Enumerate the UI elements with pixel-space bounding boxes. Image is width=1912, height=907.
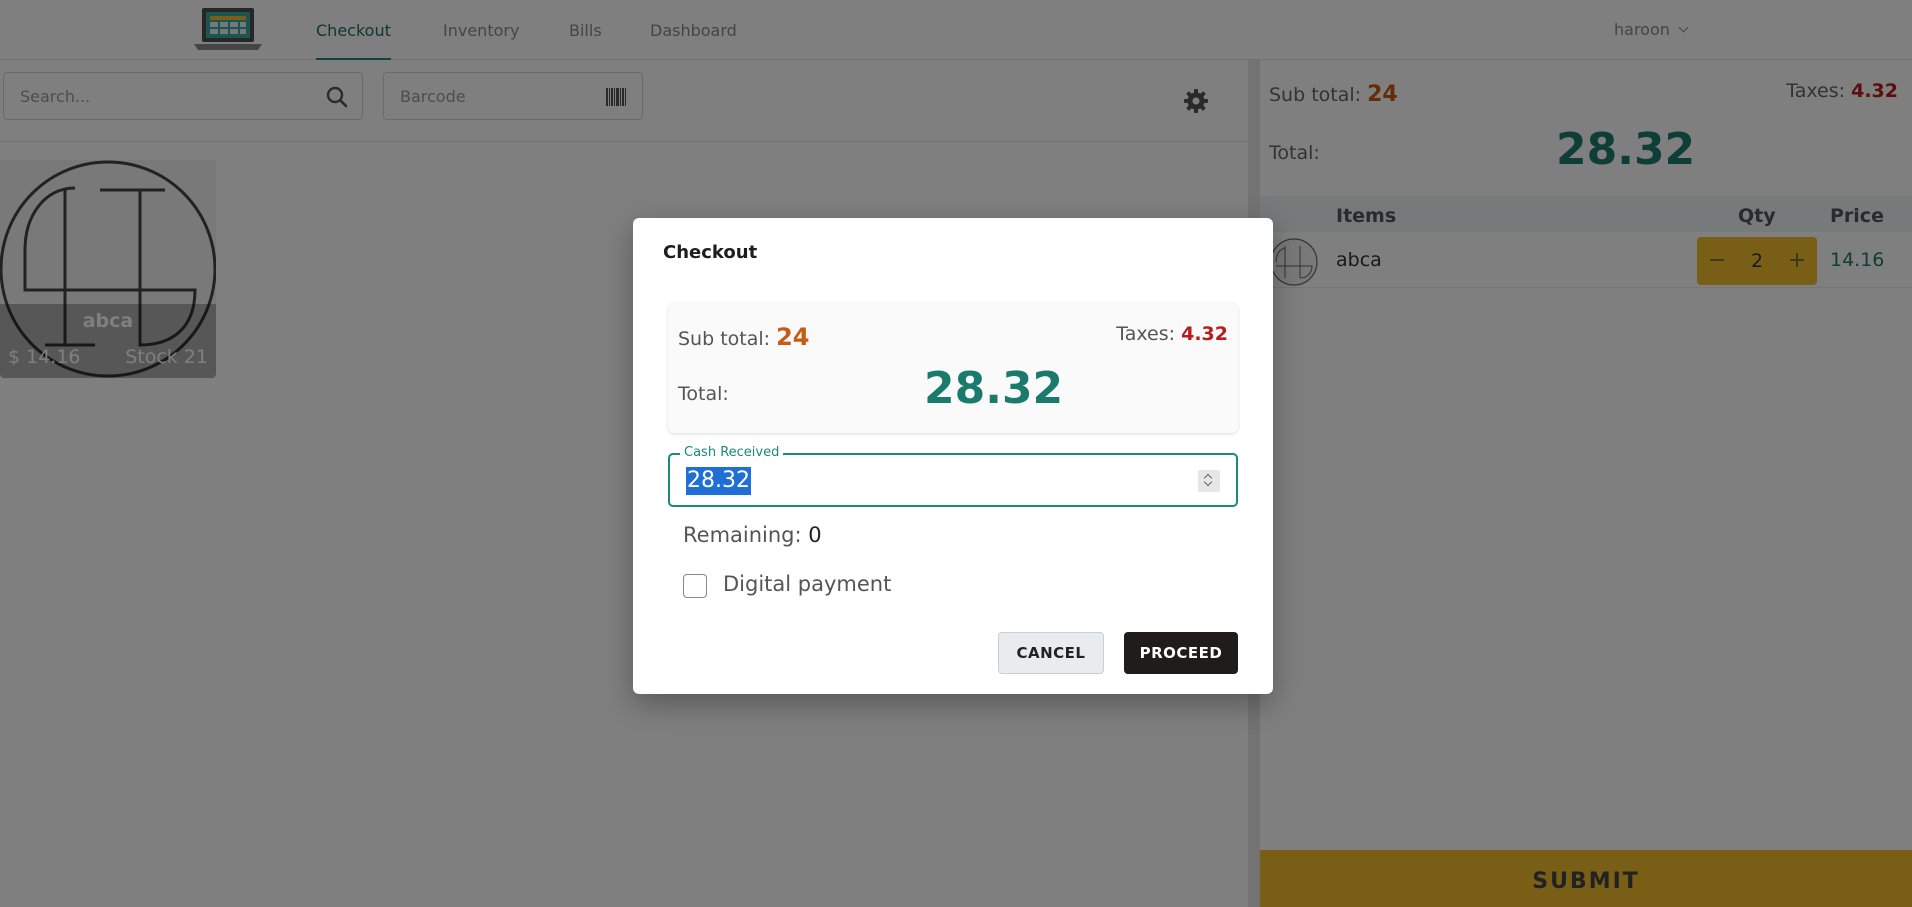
dialog-taxes-label: Taxes: <box>1116 323 1176 345</box>
dialog-title: Checkout <box>663 242 758 263</box>
dialog-subtotal-value: 24 <box>776 323 810 351</box>
spinner-icon[interactable] <box>1198 470 1220 492</box>
cash-received-value[interactable]: 28.32 <box>686 467 751 495</box>
checkout-dialog: Checkout Sub total: 24 Taxes: 4.32 Total… <box>633 218 1273 694</box>
dialog-total-label: Total: <box>678 383 729 405</box>
remaining-value: 0 <box>808 523 822 547</box>
dialog-total-value: 28.32 <box>924 363 1064 414</box>
cancel-button[interactable]: CANCEL <box>998 632 1104 674</box>
dialog-subtotal-label: Sub total: <box>678 328 771 350</box>
digital-payment-checkbox[interactable] <box>683 574 707 598</box>
digital-payment-label[interactable]: Digital payment <box>723 572 891 596</box>
proceed-button[interactable]: PROCEED <box>1124 632 1238 674</box>
cash-received-label: Cash Received <box>680 445 784 460</box>
dialog-summary: Sub total: 24 Taxes: 4.32 Total: 28.32 <box>668 303 1238 433</box>
dialog-taxes: Taxes: 4.32 <box>1116 323 1228 345</box>
dialog-taxes-value: 4.32 <box>1181 323 1228 345</box>
dialog-subtotal: Sub total: 24 <box>678 323 810 351</box>
cash-received-field[interactable]: Cash Received 28.32 <box>668 445 1238 507</box>
remaining-label: Remaining: <box>683 523 802 547</box>
remaining-amount: Remaining: 0 <box>683 523 822 547</box>
